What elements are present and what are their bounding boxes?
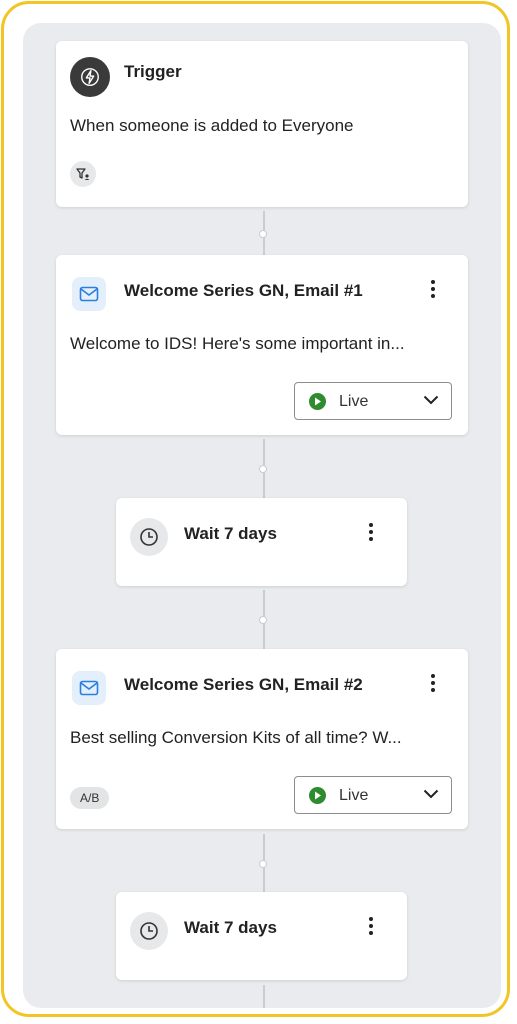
trigger-description: When someone is added to Everyone (70, 116, 354, 135)
more-options-button[interactable] (425, 277, 441, 301)
play-icon (309, 787, 326, 804)
email-title: Welcome Series GN, Email #1 (124, 281, 363, 300)
ab-test-badge: A/B (70, 787, 110, 809)
mail-icon (72, 671, 106, 705)
email-preview: Best selling Conversion Kits of all time… (70, 728, 402, 747)
filter-icon[interactable] (70, 161, 96, 187)
email-preview: Welcome to IDS! Here's some important in… (70, 334, 405, 353)
wait-card[interactable]: Wait 7 days (116, 892, 407, 980)
lightning-icon (70, 57, 110, 97)
chevron-down-icon (423, 789, 439, 799)
wait-card[interactable]: Wait 7 days (116, 498, 407, 586)
connector-dot (259, 230, 267, 238)
status-label: Live (339, 393, 369, 410)
trigger-title: Trigger (124, 62, 182, 81)
clock-icon (130, 912, 168, 950)
more-options-button[interactable] (425, 671, 441, 695)
more-options-button[interactable] (363, 914, 379, 938)
wait-label: Wait 7 days (184, 918, 277, 937)
chevron-down-icon (423, 395, 439, 405)
connector-dot (259, 616, 267, 624)
email-title: Welcome Series GN, Email #2 (124, 675, 363, 694)
trigger-card[interactable]: Trigger When someone is added to Everyon… (56, 41, 468, 207)
status-dropdown[interactable]: Live (294, 776, 452, 814)
status-dropdown[interactable]: Live (294, 382, 452, 420)
email-card[interactable]: Welcome Series GN, Email #2 Best selling… (56, 649, 468, 829)
wait-label: Wait 7 days (184, 524, 277, 543)
connector-line (263, 985, 265, 1008)
connector-dot (259, 860, 267, 868)
play-icon (309, 393, 326, 410)
clock-icon (130, 518, 168, 556)
mail-icon (72, 277, 106, 311)
email-card[interactable]: Welcome Series GN, Email #1 Welcome to I… (56, 255, 468, 435)
more-options-button[interactable] (363, 520, 379, 544)
status-label: Live (339, 787, 369, 804)
connector-dot (259, 465, 267, 473)
